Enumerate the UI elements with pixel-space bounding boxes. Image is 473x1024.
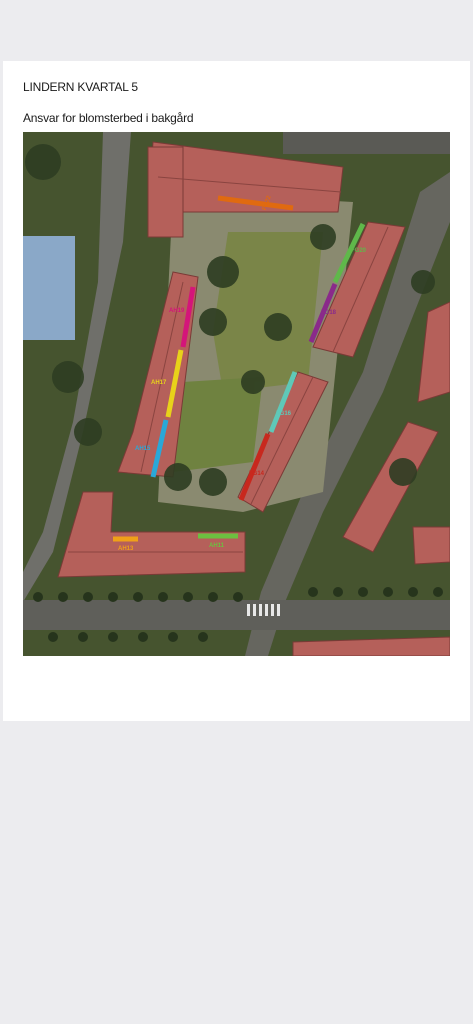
- bed-label-fg20: FG20: [351, 248, 367, 254]
- page-title: LINDERN KVARTAL 5: [23, 80, 138, 94]
- bed-label-ah19: AH19: [169, 308, 185, 314]
- bed-label-ah11: AH11: [209, 543, 225, 549]
- courtyard-lawn: [213, 232, 323, 392]
- document-page: LINDERN KVARTAL 5 Ansvar for blomsterbed…: [3, 61, 470, 721]
- bed-label-ah13: AH13: [118, 546, 134, 552]
- bed-label-fg14: FG14: [249, 471, 265, 477]
- bed-label-ah15: AH15: [135, 446, 151, 452]
- bed-label-ah17: AH17: [151, 380, 167, 386]
- road-south: [23, 600, 450, 630]
- road-north: [283, 132, 450, 154]
- page-subtitle: Ansvar for blomsterbed i bakgård: [23, 111, 194, 125]
- bed-label-fg16: FG16: [276, 411, 292, 417]
- building-far-east-south: [412, 526, 450, 565]
- building-north-west-wing: [147, 146, 184, 238]
- building-blue-roof: [23, 236, 75, 340]
- bed-label-fg18: FG18: [321, 310, 337, 316]
- aerial-map: FG22 FG20 FG18 FG16 FG14 AH19 AH17 AH15 …: [23, 132, 450, 656]
